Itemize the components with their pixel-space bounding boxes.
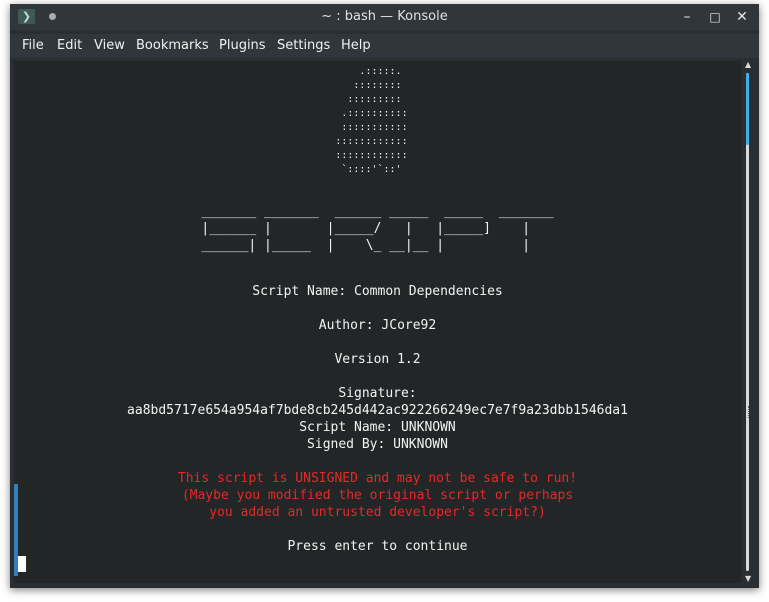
script-name-line: Script Name: Common Dependencies	[252, 284, 503, 299]
warning-line-1: This script is UNSIGNED and may not be s…	[177, 471, 578, 486]
menu-file[interactable]: File	[22, 38, 44, 53]
menu-plugins[interactable]: Plugins	[219, 38, 266, 53]
signed-script-name: Script Name: UNKNOWN	[299, 420, 456, 435]
signed-by-line: Signed By: UNKNOWN	[307, 437, 448, 452]
menu-edit[interactable]: Edit	[57, 38, 82, 53]
scroll-track[interactable]	[746, 73, 749, 571]
resize-grip[interactable]	[748, 406, 751, 418]
window-title: ~ : bash — Konsole	[321, 9, 448, 24]
version-line: Version 1.2	[334, 352, 421, 367]
title-bar: ❯ ~ : bash — Konsole – □ ✕	[10, 4, 759, 30]
konsole-window: ❯ ~ : bash — Konsole – □ ✕ File Edit Vie…	[10, 4, 759, 588]
warning-line-3: you added an untrusted developer's scrip…	[209, 505, 546, 520]
signature-hash: aa8bd5717e654a954af7bde8cb245d442ac92226…	[127, 403, 628, 418]
author-line: Author: JCore92	[318, 318, 437, 333]
continue-prompt: Press enter to continue	[287, 539, 468, 554]
close-icon[interactable]: ✕	[733, 8, 751, 26]
maximize-icon[interactable]: □	[706, 8, 724, 26]
scroll-down-icon[interactable]: ▼	[745, 575, 753, 583]
menu-help[interactable]: Help	[341, 38, 371, 53]
menu-view[interactable]: View	[94, 38, 125, 53]
terminal-output[interactable]: .:::::. :::::::: ::::::::: .:::::::::: :…	[14, 61, 741, 583]
scroll-up-icon[interactable]: ▲	[745, 61, 753, 69]
terminal-cursor	[18, 556, 26, 572]
menu-bar: File Edit View Bookmarks Plugins Setting…	[10, 34, 759, 58]
scroll-thumb[interactable]	[746, 73, 749, 145]
vertical-scrollbar[interactable]: ▲ ▼	[743, 61, 755, 583]
banner-art: _______ _______ ______ _____ _____ _____…	[201, 204, 554, 253]
warning-line-2: (Maybe you modified the original script …	[181, 488, 574, 503]
menu-bookmarks[interactable]: Bookmarks	[136, 38, 209, 53]
signature-label: Signature:	[338, 386, 417, 401]
minimize-icon[interactable]: –	[678, 8, 696, 26]
logo-art: .:::::. :::::::: ::::::::: .:::::::::: :…	[335, 66, 408, 175]
menu-settings[interactable]: Settings	[277, 38, 330, 53]
